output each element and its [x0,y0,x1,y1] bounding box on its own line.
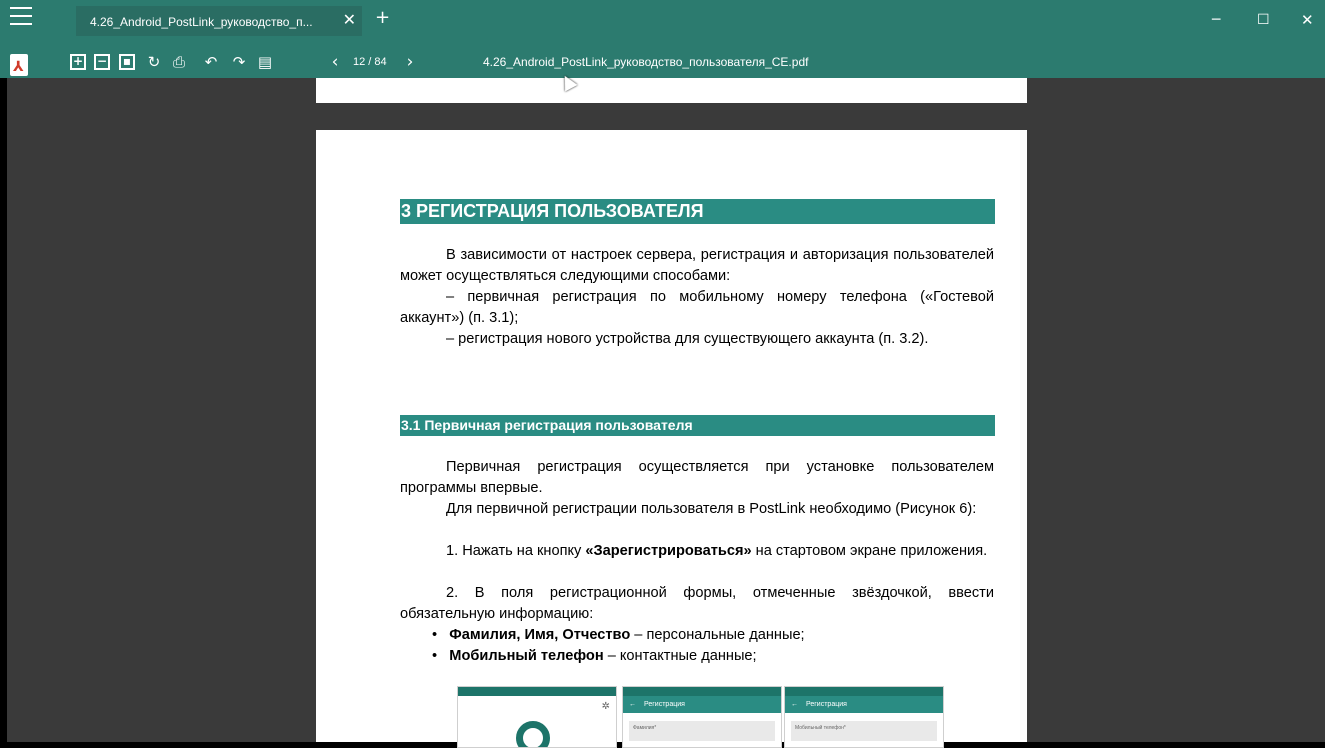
list-item: • Фамилия, Имя, Отчество – персональные … [432,627,805,643]
paragraph: – первичная регистрация по мобильному но… [400,289,994,326]
title-bar: 4.26_Android_PostLink_руководство_п... ✕… [0,0,1325,46]
previous-page [316,78,1027,103]
page-indicator: 12 / 84 [353,56,387,68]
paragraph: В зависимости от настроек сервера, регис… [400,247,994,284]
minimize-icon[interactable]: ─ [1212,13,1220,27]
rotate-icon[interactable]: ↻ [146,54,162,70]
save-icon[interactable]: ▤ [257,54,273,70]
pdf-icon: ⅄ [10,54,28,76]
menu-icon[interactable] [10,7,32,25]
document-viewer[interactable]: 3 РЕГИСТРАЦИЯ ПОЛЬЗОВАТЕЛЯ В зависимости… [7,78,1325,748]
paragraph: Первичная регистрация осуществляется при… [400,459,994,496]
subsection-heading: 3.1 Первичная регистрация пользователя [400,415,995,436]
paragraph: 2. В поля регистрационной формы, отмечен… [400,585,994,622]
pdf-page: 3 РЕГИСТРАЦИЯ ПОЛЬЗОВАТЕЛЯ В зависимости… [316,130,1027,748]
phone-screenshot: ← Регистрация Фамилия* [622,686,782,748]
tab-title: 4.26_Android_PostLink_руководство_п... [90,15,313,29]
phone-screenshot: ✲ [457,686,617,748]
section-heading: 3 РЕГИСТРАЦИЯ ПОЛЬЗОВАТЕЛЯ [400,199,995,224]
paragraph: – регистрация нового устройства для суще… [446,331,929,347]
prev-page-icon[interactable]: ‹ [327,54,343,71]
phone-screenshot: ← Регистрация Мобильный телефон* [784,686,944,748]
zoom-out-icon[interactable]: − [94,54,110,70]
close-icon[interactable]: ✕ [343,10,356,29]
new-tab-icon[interactable]: + [375,9,390,27]
logo [516,721,550,747]
rotate-right-icon[interactable]: ↷ [231,54,247,70]
zoom-in-icon[interactable]: + [70,54,86,70]
gear-icon: ✲ [601,701,610,712]
maximize-icon[interactable]: ☐ [1257,13,1270,27]
window-close-icon[interactable]: ✕ [1301,13,1314,28]
list-item: • Мобильный телефон – контактные данные; [432,648,757,664]
pdf-toolbar: ⅄ + − ▪ ↻ ⎙ ↶ ↷ ▤ ‹ 12 / 84 › 4.26_Andro… [0,46,1325,78]
fit-page-icon[interactable]: ▪ [119,54,135,70]
rotate-left-icon[interactable]: ↶ [203,54,219,70]
document-tab[interactable]: 4.26_Android_PostLink_руководство_п... ✕ [76,6,362,36]
document-title: 4.26_Android_PostLink_руководство_пользо… [483,55,809,69]
paragraph: Для первичной регистрации пользователя в… [446,501,977,517]
paragraph: 1. Нажать на кнопку «Зарегистрироваться»… [446,543,988,559]
print-icon[interactable]: ⎙ [171,54,187,70]
next-page-icon[interactable]: › [402,54,418,71]
